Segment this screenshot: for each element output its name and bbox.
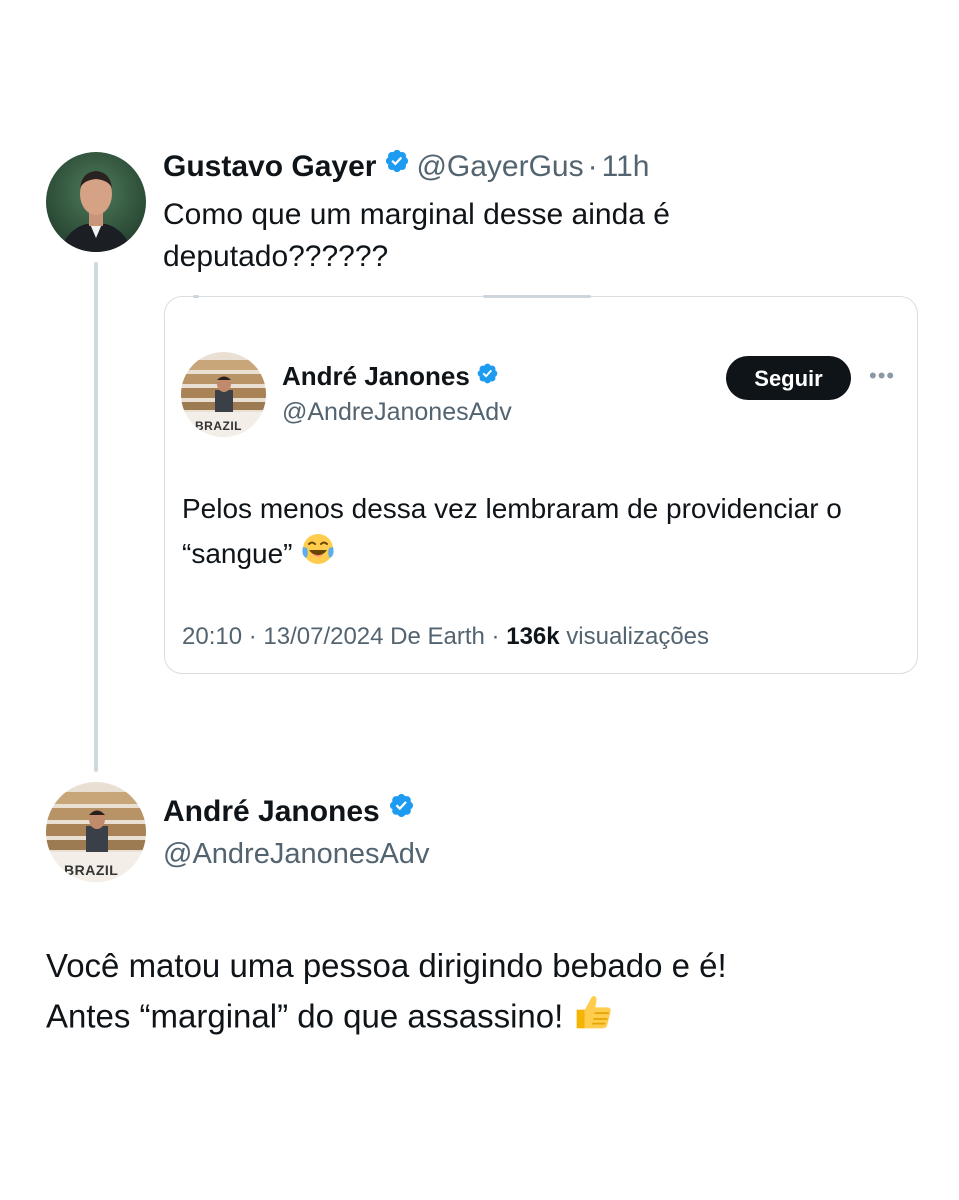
quoted-avatar[interactable]: BRAZIL xyxy=(181,352,266,437)
verified-badge-icon xyxy=(388,790,415,830)
quoted-timestamp[interactable]: 20:10 · 13/07/2024 De Earth · xyxy=(182,623,500,650)
reply-text-line-2-wrap: Antes “marginal” do que assassino! xyxy=(46,991,926,1047)
avatar-caption: BRAZIL xyxy=(195,419,242,433)
reply-author-name[interactable]: André Janones xyxy=(163,795,380,828)
quoted-author-handle[interactable]: @AndreJanonesAdv xyxy=(282,395,512,429)
quoted-tweet-meta: 20:10 · 13/07/2024 De Earth · 136k visua… xyxy=(182,621,709,653)
reply-text-line-1: Você matou uma pessoa dirigindo bebado e… xyxy=(46,947,727,984)
thumbs-up-emoji-icon xyxy=(572,991,614,1047)
reply-text: Você matou uma pessoa dirigindo bebado e… xyxy=(46,941,926,1047)
cropped-edge-mark xyxy=(193,295,199,298)
tweet-header: Gustavo Gayer @GayerGus · 11h xyxy=(163,146,649,189)
reply-text-line-2: Antes “marginal” do que assassino! xyxy=(46,997,564,1035)
tweet-text: Como que um marginal desse ainda é deput… xyxy=(163,198,670,273)
quoted-author-name[interactable]: André Janones xyxy=(282,361,470,391)
verified-badge-icon xyxy=(384,144,410,186)
cropped-edge-mark xyxy=(483,295,591,298)
quoted-tweet-text: Pelos menos dessa vez lembraram de provi… xyxy=(182,487,882,580)
avatar-gustavo-gayer[interactable] xyxy=(46,152,146,252)
follow-button[interactable]: Seguir xyxy=(726,356,851,400)
reply-author-row: André Janones xyxy=(163,792,415,833)
tweet-time[interactable]: 11h xyxy=(602,150,650,183)
views-label: visualizações xyxy=(566,623,710,650)
tears-of-joy-emoji-icon xyxy=(300,531,336,580)
quoted-text-content: Pelos menos dessa vez lembraram de provi… xyxy=(182,493,842,569)
author-handle[interactable]: @GayerGus xyxy=(416,150,583,183)
avatar-caption: BRAZIL xyxy=(64,862,119,878)
meta-separator: · xyxy=(587,150,598,183)
author-name[interactable]: Gustavo Gayer xyxy=(163,150,376,183)
thread-connector-line xyxy=(94,262,98,772)
avatar-andre-janones[interactable]: BRAZIL xyxy=(46,782,146,882)
quoted-tweet-card[interactable]: BRAZIL André Janones @AndreJanonesAdv Se… xyxy=(164,295,918,674)
avatar-photo xyxy=(46,152,146,252)
reply-author-handle[interactable]: @AndreJanonesAdv xyxy=(163,834,429,874)
quoted-author-row: André Janones xyxy=(282,359,499,395)
more-dots-icon[interactable]: ••• xyxy=(869,363,895,389)
views-count: 136k xyxy=(506,623,560,650)
verified-badge-icon xyxy=(476,359,499,393)
